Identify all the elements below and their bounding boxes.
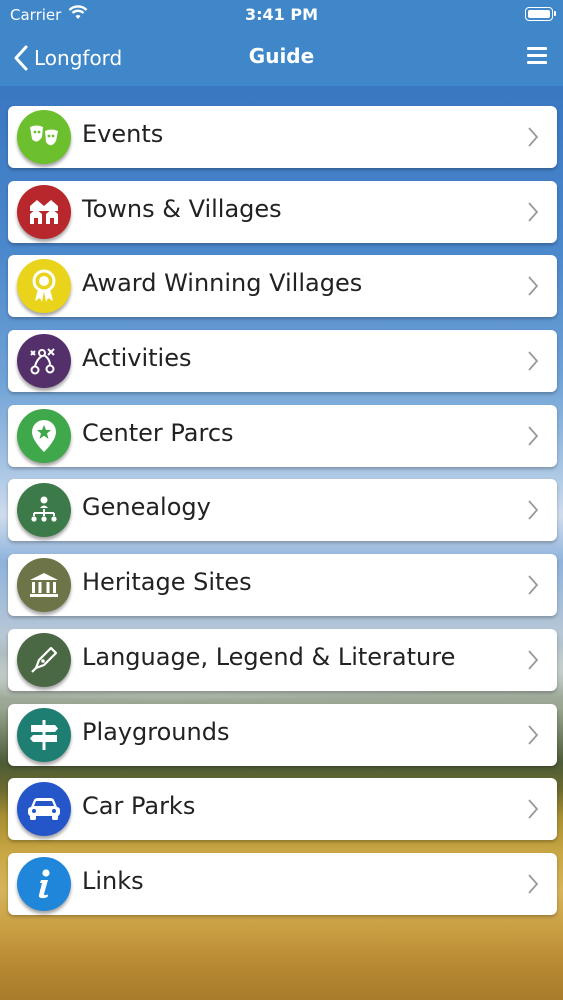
back-button-label: Longford [34, 46, 123, 70]
status-bar: Carrier 3:41 PM [0, 0, 563, 30]
chevron-right-icon [528, 874, 539, 894]
chevron-right-icon [528, 575, 539, 595]
navigation-bar: Longford Guide [0, 30, 563, 86]
menu-item-events[interactable]: Events [8, 106, 557, 168]
chevron-right-icon [528, 202, 539, 222]
menu-item-label: Towns & Villages [82, 194, 282, 223]
chevron-right-icon [528, 426, 539, 446]
menu-item-label: Genealogy [82, 493, 211, 522]
menu-item-links[interactable]: Links [8, 852, 557, 915]
pen-nib-icon [17, 632, 71, 687]
chevron-right-icon [528, 127, 539, 147]
chevron-right-icon [528, 500, 539, 521]
chevron-right-icon [528, 724, 539, 745]
menu-item-playgrounds[interactable]: Playgrounds [8, 703, 557, 766]
clock-label: 3:41 PM [244, 5, 318, 24]
chevron-right-icon [528, 799, 539, 819]
menu-item-label: Links [82, 866, 144, 895]
signpost-icon [17, 707, 71, 762]
menu-item-label: Activities [82, 344, 192, 373]
car-icon [17, 782, 71, 837]
hamburger-menu-button[interactable] [525, 44, 549, 68]
award-rosette-icon [17, 259, 71, 314]
menu-item-towns-villages[interactable]: Towns & Villages [8, 180, 557, 243]
menu-item-award-winning-villages[interactable]: Award Winning Villages [8, 255, 557, 318]
heritage-building-icon [17, 558, 71, 613]
menu-item-label: Heritage Sites [82, 568, 252, 597]
menu-item-label: Playgrounds [82, 717, 230, 746]
menu-item-label: Language, Legend & Literature [82, 642, 456, 671]
family-tree-icon [17, 483, 71, 538]
menu-item-activities[interactable]: Activities [8, 330, 557, 393]
menu-item-label: Car Parks [82, 792, 196, 821]
menu-item-label: Award Winning Villages [82, 269, 363, 298]
back-button[interactable]: Longford [14, 40, 122, 76]
info-icon [17, 856, 71, 911]
chevron-left-icon [14, 45, 28, 71]
chevron-right-icon [528, 351, 539, 371]
menu-item-genealogy[interactable]: Genealogy [8, 479, 557, 542]
chevron-right-icon [528, 276, 539, 296]
menu-item-language-legend-literature[interactable]: Language, Legend & Literature [8, 628, 557, 691]
activities-icon [17, 334, 71, 389]
chevron-right-icon [528, 650, 539, 670]
menu-item-center-parcs[interactable]: Center Parcs [8, 404, 557, 467]
menu-item-car-parks[interactable]: Car Parks [8, 778, 557, 841]
houses-icon [17, 184, 71, 239]
map-pin-star-icon [17, 408, 71, 463]
menu-item-label: Center Parcs [82, 418, 234, 447]
theatre-masks-icon [17, 110, 71, 164]
guide-menu-list: Events Towns & Villages Award Winning Vi… [8, 106, 557, 928]
menu-item-heritage-sites[interactable]: Heritage Sites [8, 554, 557, 617]
battery-icon [525, 7, 556, 21]
menu-item-label: Events [82, 120, 164, 148]
